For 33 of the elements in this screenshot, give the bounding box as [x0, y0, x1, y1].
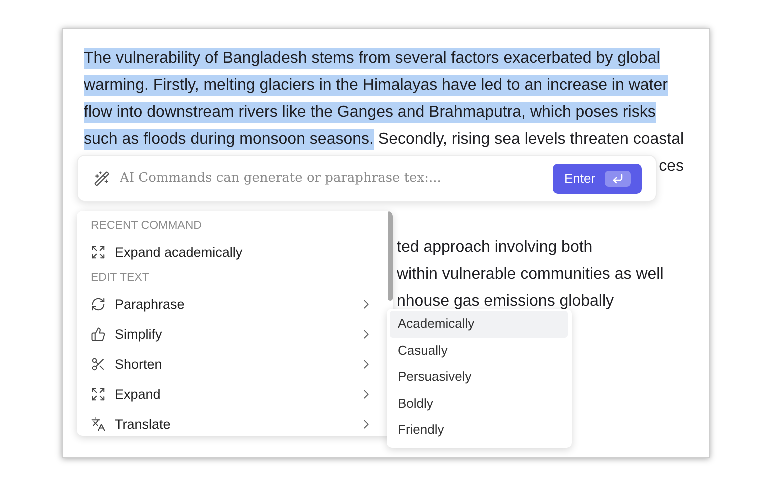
selected-text: flow into downstream rivers like the Ganges and Brahmaputra, which poses risks: [84, 102, 656, 123]
expand-arrows-icon: [91, 244, 106, 260]
selected-text: The vulnerability of Bangladesh stems from several factors exacerbated by global: [84, 48, 660, 69]
body-text: Secondly, rising sea levels threaten coastal: [377, 130, 684, 150]
submenu-item[interactable]: Friendly: [390, 417, 568, 444]
menu-item[interactable]: Translate: [77, 409, 386, 436]
menu-item[interactable]: Shorten: [77, 349, 386, 379]
section-heading: RECENT COMMAND: [90, 219, 203, 234]
body-text: ted approach involving both: [397, 238, 593, 258]
body-text: nhouse gas emissions globally: [397, 292, 614, 312]
return-icon: [604, 170, 631, 186]
translate-icon: [91, 416, 106, 432]
menu-item[interactable]: Expand: [77, 379, 386, 409]
selected-text: warming. Firstly, melting glaciers in the Himalayas have led to an increase in water: [84, 75, 668, 96]
magic-wand-icon: [94, 170, 110, 186]
scissors-icon: [91, 356, 106, 372]
menu-item[interactable]: Paraphrase: [77, 289, 386, 319]
selected-text: such as floods during monsoon seasons.: [84, 129, 374, 150]
submenu-item[interactable]: Boldly: [390, 390, 568, 417]
menu-item[interactable]: Expand academically: [77, 237, 386, 267]
submenu-item[interactable]: Casually: [390, 338, 568, 364]
body-text: within vulnerable communities as well: [397, 265, 664, 285]
section-heading: EDIT TEXT: [90, 271, 150, 286]
submenu-item[interactable]: Persuasively: [390, 364, 568, 390]
scrollbar[interactable]: [388, 211, 393, 301]
command-input-field[interactable]: AI Commands can generate or paraphrase tex:... Enter: [77, 155, 657, 202]
submenu-item[interactable]: Academically: [390, 311, 568, 338]
thumbs-up-icon: [91, 326, 106, 342]
refresh-icon: [91, 296, 106, 312]
expand-arrows-icon: [91, 386, 106, 402]
enter-button[interactable]: Enter: [553, 164, 642, 194]
body-text: ces: [659, 157, 684, 177]
menu-item[interactable]: Simplify: [77, 319, 386, 349]
